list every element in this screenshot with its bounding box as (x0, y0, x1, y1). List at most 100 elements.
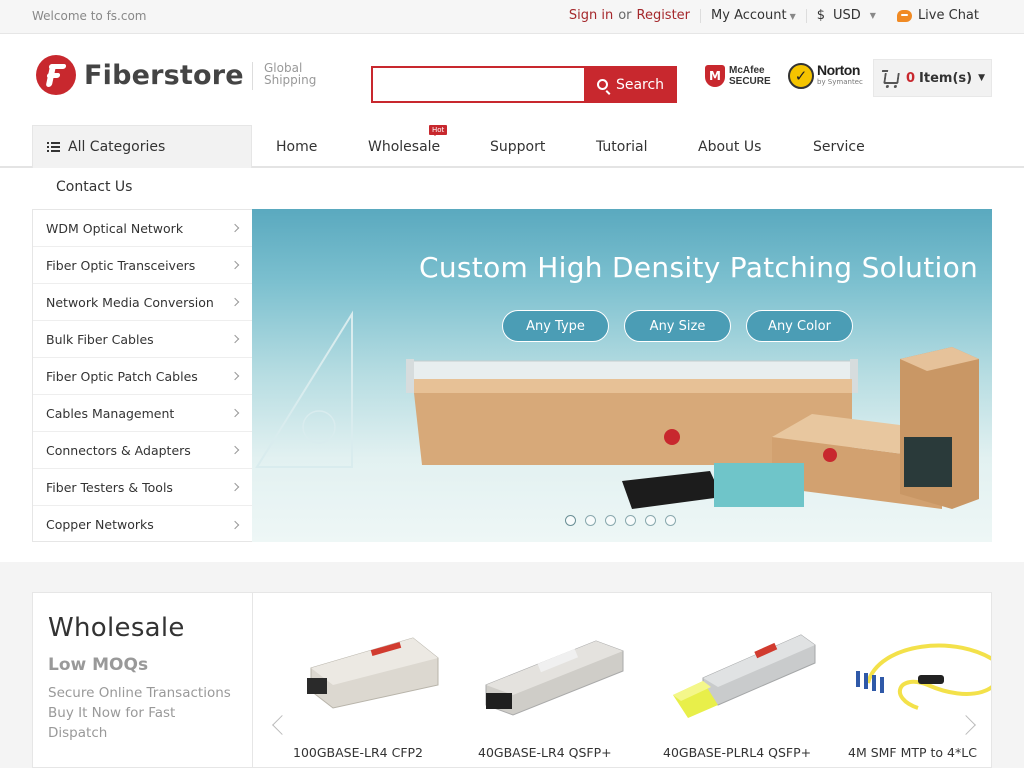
register-link[interactable]: Register (637, 8, 691, 23)
nav-item-contact-us[interactable]: Contact Us (56, 179, 132, 195)
sign-in-link[interactable]: Sign in (569, 8, 613, 23)
logo-text: Fiberstore (84, 59, 244, 91)
product-card[interactable]: 4M SMF MTP to 4*LC (848, 623, 991, 767)
or-text: or (618, 8, 632, 23)
hot-badge: Hot (429, 125, 448, 136)
product-card[interactable]: 40GBASE-LR4 QSFP+ (478, 623, 638, 767)
chevron-left-icon[interactable] (272, 715, 292, 735)
nav-item-tutorial[interactable]: Tutorial (596, 125, 647, 168)
chevron-right-icon (230, 371, 240, 381)
product-image (485, 640, 624, 716)
nav-item-label: About Us (698, 138, 762, 155)
carousel-dot[interactable] (585, 515, 596, 526)
nav-item-support[interactable]: Support (490, 125, 545, 168)
live-chat-label: Live Chat (917, 8, 979, 23)
sidebar-item-label: WDM Optical Network (46, 220, 184, 236)
nav-item-label: Wholesale (368, 138, 441, 155)
sidebar-item-network-media-conversion[interactable]: Network Media Conversion (33, 284, 252, 321)
currency-label: USD (833, 8, 861, 23)
product-image (673, 634, 816, 718)
search-field (371, 66, 584, 103)
mcafee-line-1: McAfee (729, 65, 765, 76)
sidebar-item-bulk-fiber-cables[interactable]: Bulk Fiber Cables (33, 321, 252, 358)
banner-title: Custom High Density Patching Solution (419, 251, 979, 284)
norton-line-1: Norton (817, 62, 860, 78)
all-categories-button[interactable]: All Categories (32, 125, 252, 168)
chevron-right-icon (230, 445, 240, 455)
sidebar-item-cables-management[interactable]: Cables Management (33, 395, 252, 432)
top-bar: Welcome to fs.com Sign in or Register My… (0, 0, 1024, 34)
product-name: 4M SMF MTP to 4*LC (848, 745, 977, 760)
carousel-dot[interactable] (605, 515, 616, 526)
nav-item-wholesale[interactable]: Wholesale Hot (368, 125, 448, 168)
top-bar-links: Sign in or Register My Account ▼ $ USD ▼ Li… (569, 8, 979, 23)
cart-button[interactable]: 0 Item(s) ▼ (873, 59, 992, 97)
global-shipping: Global Shipping (252, 62, 316, 90)
my-account-menu[interactable]: My Account ▼ (711, 8, 796, 23)
search-input[interactable] (373, 68, 584, 101)
sidebar-item-label: Fiber Optic Patch Cables (46, 368, 198, 384)
chevron-down-icon: ▼ (869, 11, 876, 20)
product-card[interactable]: 40GBASE-PLRL4 QSFP+ (663, 623, 823, 767)
nav-item-service[interactable]: Service (813, 125, 865, 168)
mcafee-shield-icon: M (705, 65, 725, 87)
nav-item-label: Tutorial (596, 138, 648, 155)
search-button[interactable]: Search (584, 66, 677, 103)
product-image (307, 637, 439, 709)
sidebar-item-wdm-optical-network[interactable]: WDM Optical Network (33, 210, 252, 247)
any-color-button[interactable]: Any Color (746, 310, 853, 342)
sidebar-item-label: Copper Networks (46, 517, 154, 532)
sidebar-item-connectors-adapters[interactable]: Connectors & Adapters (33, 432, 252, 469)
hero-banner[interactable]: Custom High Density Patching Solution An… (252, 209, 992, 542)
live-chat-link[interactable]: Live Chat (896, 8, 979, 23)
product-card[interactable]: 100GBASE-LR4 CFP2 (293, 623, 453, 767)
logo-icon (36, 55, 76, 95)
checkmark-icon: ✓ (788, 63, 814, 89)
cart-icon (883, 72, 900, 84)
caret-down-icon: ▼ (978, 73, 986, 83)
search-icon (596, 79, 608, 90)
product-name: 100GBASE-LR4 CFP2 (293, 745, 423, 760)
any-type-button[interactable]: Any Type (502, 310, 609, 342)
sidebar-item-fiber-optic-transceivers[interactable]: Fiber Optic Transceivers (33, 247, 252, 284)
chevron-right-icon (230, 482, 240, 492)
wholesale-subtitle: Low MOQs (48, 655, 149, 675)
chevron-right-icon (230, 260, 240, 270)
category-sidebar: WDM Optical Network Fiber Optic Transcei… (32, 209, 252, 542)
nav-item-about-us[interactable]: About Us (698, 125, 761, 168)
sidebar-item-label: Fiber Testers & Tools (46, 479, 173, 495)
wholesale-title: Wholesale (48, 613, 185, 643)
carousel-dot[interactable] (665, 515, 676, 526)
search-button-label: Search (615, 76, 665, 93)
chevron-right-icon (230, 297, 240, 307)
mcafee-secure-badge[interactable]: M McAfee SECURE (705, 65, 771, 87)
logo[interactable]: Fiberstore (36, 55, 244, 95)
chevron-right-icon (230, 223, 240, 233)
main-nav: All Categories Home Wholesale Hot Suppor… (0, 125, 1024, 168)
sidebar-item-label: Connectors & Adapters (46, 442, 191, 458)
sidebar-item-label: Network Media Conversion (46, 294, 214, 310)
carousel-dot[interactable] (565, 515, 576, 526)
nav-item-home[interactable]: Home (276, 125, 317, 168)
any-size-button[interactable]: Any Size (624, 310, 731, 342)
divider (700, 8, 702, 23)
carousel-dots (565, 515, 685, 526)
currency-selector[interactable]: $ USD ▼ (817, 8, 876, 23)
carousel-dot[interactable] (625, 515, 636, 526)
divider (805, 8, 807, 23)
carousel-dot[interactable] (645, 515, 656, 526)
cart-label: Item(s) (919, 70, 973, 86)
sidebar-item-copper-networks[interactable]: Copper Networks (33, 506, 252, 543)
sidebar-item-fiber-optic-patch-cables[interactable]: Fiber Optic Patch Cables (33, 358, 252, 395)
chevron-down-icon: ▼ (789, 12, 796, 21)
norton-line-2: by Symantec (817, 78, 863, 86)
product-image (856, 643, 991, 710)
norton-badge[interactable]: ✓ Norton by Symantec (788, 63, 863, 89)
sidebar-item-fiber-testers-tools[interactable]: Fiber Testers & Tools (33, 469, 252, 506)
sidebar-item-label: Cables Management (46, 405, 175, 421)
chevron-right-icon (230, 408, 240, 418)
product-name: 40GBASE-PLRL4 QSFP+ (663, 745, 812, 760)
shipping-line-2: Shipping (264, 73, 317, 87)
wholesale-description: Secure Online Transactions Buy It Now fo… (48, 685, 231, 741)
chat-icon (896, 9, 912, 22)
